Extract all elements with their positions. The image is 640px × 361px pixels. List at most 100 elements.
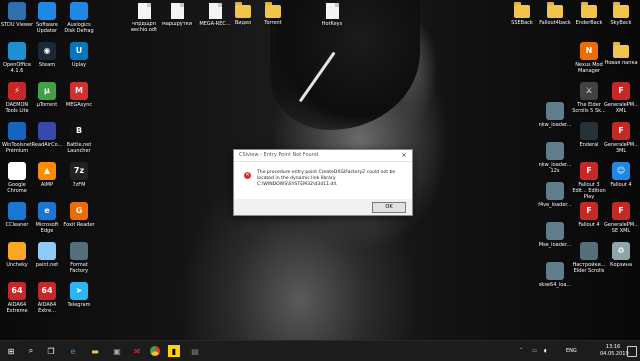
desktop-icon-label: CCleaner [5,222,29,228]
desktop-icon-label: Microsoft Edge [35,222,59,234]
task-view-icon[interactable]: ❐ [44,344,58,358]
desktop-icon-label: paint.net [35,262,59,268]
clock-date: 04.05.2019 [600,351,629,357]
desktop-icon[interactable]: Видео [226,2,260,26]
dialog-body: ✕ The procedure entry point CreateDXGIFa… [244,170,404,188]
desktop-icon-label: Software Updater [35,22,59,34]
desktop-icon[interactable]: ☺ Fallout 4 [604,162,638,188]
desktop-icon-label: GeneralePM... 3ML [604,142,639,154]
desktop-icon[interactable]: Software Updater [30,2,64,34]
desktop-icon[interactable]: ▲ AIMP [30,162,64,188]
desktop-icon[interactable]: F Fallout 4 [572,202,606,228]
desktop-icon[interactable]: HotKeys [315,2,349,27]
desktop-icon[interactable]: ➤ Telegram [62,282,96,308]
desktop-icon[interactable]: U Uplay [62,42,96,68]
desktop-icon[interactable]: e Microsoft Edge [30,202,64,234]
desktop-icon[interactable]: ◉ Steam [30,42,64,68]
skse-icon [546,142,564,160]
desktop-icon-label: SkyBack [610,20,632,26]
notification-icon[interactable] [627,346,637,357]
desktop-icon-label: Steam [38,62,56,68]
desktop-icon[interactable]: ⚡ DAEMON Tools Lite [0,82,34,114]
desktop-icon[interactable]: Enderal [572,122,606,148]
desktop-icon[interactable]: Fallout4back [538,2,572,26]
desktop-icon[interactable]: ◉ Google Chrome [0,162,34,194]
desktop-icon[interactable]: маршрутки [160,2,194,27]
unchecky-icon [8,242,26,260]
desktop-icon-label: Новая папка [604,60,638,66]
desktop-icon[interactable]: F GeneralePM... XML [604,82,639,114]
desktop-icon[interactable]: 64 AIDA64 Extre... [30,282,64,314]
aimp-icon: ▲ [38,162,56,180]
desktop-icon[interactable]: F Fallout 3 Edit... Edition Play [572,162,606,200]
desktop-icon[interactable]: Torrent [256,2,290,26]
desktop-icon[interactable]: G Foxit Reader [62,202,96,228]
desktop-icon-label: чпрдщрп весhio.odt [130,21,158,33]
desktop-icon[interactable]: Mse_loader... [538,222,572,248]
volume-icon[interactable]: ◖ [544,341,547,361]
dialog-footer: OK [234,199,412,215]
desktop-icon[interactable]: ReadAirCo... [30,122,64,148]
chrome-taskbar-icon[interactable] [148,344,162,358]
explorer-taskbar-icon[interactable]: ▬ [88,344,102,358]
start-button[interactable]: ⊞ [4,344,18,358]
network-icon[interactable]: ▭ [532,341,537,361]
dialog-close-button[interactable]: ✕ [400,150,408,161]
desktop-icon-label: HotKeys [321,21,343,27]
ok-button[interactable]: OK [372,202,406,213]
stdu-icon [8,2,26,20]
desktop-icon[interactable]: Новая папка [604,42,638,66]
desktop-icon[interactable]: nkw_loader... [538,102,572,128]
language-indicator[interactable]: ENG [566,341,577,361]
desktop-icon[interactable]: STDU Viewer [0,2,34,28]
desktop-icon[interactable]: EnderBack [572,2,606,26]
desktop-icon[interactable]: paint.net [30,242,64,268]
chrome-icon: ◉ [8,162,26,180]
desktop-icon[interactable]: M MEGAsync [62,82,96,108]
desktop-icon[interactable]: OpenOffice 4.1.6 [0,42,34,74]
desktop-icon-label: AIDA64 Extreme [6,302,28,314]
desktop-icon[interactable]: F GeneralePM... SE XML [604,202,639,234]
desktop-icon[interactable]: WinToolsnet Premium [0,122,34,154]
clock[interactable]: 13:16 04.05.2019 [600,344,629,358]
edge-taskbar-icon[interactable]: e [66,344,80,358]
desktop-icon-label: 7zFM [72,182,86,188]
desktop-icon[interactable]: µ µTorrent [30,82,64,108]
desktop-icon[interactable]: 7z 7zFM [62,162,96,188]
desktop-icon[interactable]: ♻ Корзина [604,242,638,268]
desktop-icon[interactable]: чпрдщрп весhio.odt [127,2,161,33]
desktop-icon[interactable]: Uncheky [0,242,34,268]
desktop-icon[interactable]: Настройки... Elder Scrolls [572,242,606,274]
desktop-icon[interactable]: Format Factory [62,242,96,274]
desktop-icon[interactable]: SkyBack [604,2,638,26]
desktop-icon-label: Google Chrome [7,182,27,194]
desktop-icon[interactable]: nkw_loader... 12s [538,142,572,174]
desktop-icon[interactable]: B Battle.net Launcher [62,122,96,154]
app-taskbar-icon[interactable]: ▮ [168,345,180,357]
desktop-icon[interactable]: f4ve_loader... [538,182,572,208]
dialog-title: CSiview - Entry Point Not Found [234,150,412,162]
desktop-icon[interactable]: 64 AIDA64 Extreme [0,282,34,314]
desktop-icon-label: ReadAirCo... [31,142,63,148]
desktop-icon[interactable]: N Nexus Mod Manager [572,42,606,74]
desktop-icon[interactable]: CCleaner [0,202,34,228]
store-taskbar-icon[interactable]: ▣ [110,344,124,358]
desktop-icon-label: skse64_loa... [538,282,572,288]
desktop-icon[interactable]: F GeneralePM... 3ML [604,122,639,154]
desktop-icon[interactable]: skse64_loa... [538,262,572,288]
desktop-icon[interactable]: ⚔ The Elder Scrolls 5 Sk... [572,82,606,114]
search-icon[interactable]: ⌕ [24,344,38,358]
desktop-icon[interactable]: Auslogics Disk Defrag [62,2,96,34]
desktop-icon-label: MEGAsync [65,102,93,108]
reader-icon [38,122,56,140]
desktop-icon-label: SSEBack [511,20,533,26]
app-taskbar-icon-2[interactable]: ▤ [188,344,202,358]
mail-taskbar-icon[interactable]: ✉ [130,344,144,358]
paintnet-icon [38,242,56,260]
desktop-icon-label: Battle.net Launcher [66,142,92,154]
desktop-icon-label: EnderBack [575,20,603,26]
skse-icon [546,222,564,240]
tray-arrow-icon[interactable]: ˄ [520,341,523,361]
desktop-icon-label: The Elder Scrolls 5 Sk... [572,102,606,114]
desktop-icon[interactable]: SSEBack [505,2,539,26]
